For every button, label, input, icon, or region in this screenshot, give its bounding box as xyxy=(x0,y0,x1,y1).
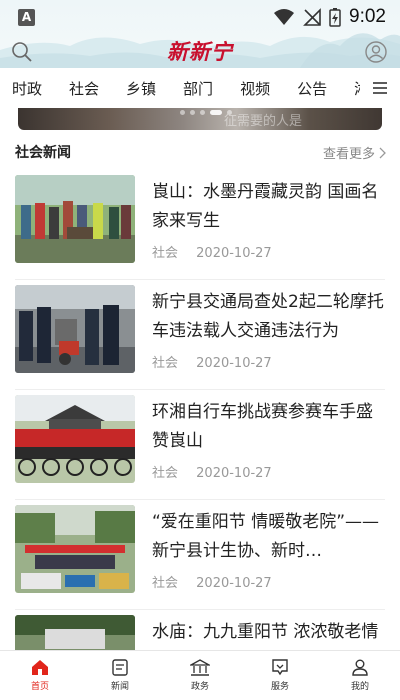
news-date: 2020-10-27 xyxy=(196,356,272,371)
brand-logo: 新新宁 xyxy=(167,39,233,64)
menu-icon xyxy=(373,82,387,94)
nav-news[interactable]: 新闻 xyxy=(80,651,160,700)
carousel-dot xyxy=(190,110,195,115)
profile-icon xyxy=(352,659,368,676)
tab-shipin[interactable]: 视频 xyxy=(228,78,270,99)
nav-service[interactable]: 服务 xyxy=(240,651,320,700)
nav-service-label: 服务 xyxy=(270,682,289,692)
news-category: 社会 xyxy=(152,466,179,481)
nav-government-label: 政务 xyxy=(190,682,209,692)
news-date: 2020-10-27 xyxy=(196,246,272,261)
news-title: 新宁县交通局查处2起二轮摩托车违法载人交通违法行为 xyxy=(152,292,384,341)
chevron-right-icon xyxy=(379,147,386,158)
tab-menu-button[interactable] xyxy=(360,68,400,108)
section-header: 社会新闻 查看更多 xyxy=(0,132,400,170)
top-app-bar: 新新宁 xyxy=(0,36,400,68)
news-thumbnail xyxy=(15,505,135,593)
view-more-label: 查看更多 xyxy=(322,147,375,162)
news-meta: 社会 2020-10-27 xyxy=(152,242,272,261)
news-title: “爱在重阳节 情暖敬老院”——新宁县计生协、新时… xyxy=(152,512,380,561)
user-icon xyxy=(365,41,387,63)
battery-charging-icon xyxy=(329,8,341,27)
banner-caption: 征需要的人是 xyxy=(223,114,302,129)
news-title: 崀山：水墨丹霞藏灵韵 国画名家来写生 xyxy=(152,182,379,231)
nav-profile[interactable]: 我的 xyxy=(320,651,400,700)
carousel-dot xyxy=(200,110,205,115)
news-category: 社会 xyxy=(152,576,179,591)
tab-bumen[interactable]: 部门 xyxy=(171,78,213,99)
news-item[interactable]: “爱在重阳节 情暖敬老院”——新宁县计生协、新时… 社会 2020-10-27 xyxy=(15,500,385,610)
news-category: 社会 xyxy=(152,246,179,261)
section-title: 社会新闻 xyxy=(15,145,71,161)
government-icon xyxy=(190,659,210,676)
news-list: 崀山：水墨丹霞藏灵韵 国画名家来写生 社会 2020-10-27 新宁县交通局查… xyxy=(0,170,400,700)
news-meta: 社会 2020-10-27 xyxy=(152,462,272,481)
news-date: 2020-10-27 xyxy=(196,466,272,481)
nav-home-label: 首页 xyxy=(30,682,49,692)
news-meta: 社会 2020-10-27 xyxy=(152,352,272,371)
banner-carousel[interactable]: 征需要的人是 xyxy=(18,108,382,130)
news-category: 社会 xyxy=(152,356,179,371)
notification-app-icon: A xyxy=(18,9,35,26)
bottom-navigation: 首页 新闻 政务 服务 我的 xyxy=(0,650,400,700)
user-button[interactable] xyxy=(364,40,388,64)
news-title: 水庙：九九重阳节 浓浓敬老情 xyxy=(152,622,379,642)
news-thumbnail xyxy=(15,285,135,373)
tab-shehui[interactable]: 社会 xyxy=(57,78,99,99)
category-tabs: 时政 社会 乡镇 部门 视频 公告 湘江 xyxy=(0,68,400,108)
wifi-icon xyxy=(274,9,295,25)
status-bar: A 9:02 xyxy=(0,0,400,36)
news-icon xyxy=(112,659,128,676)
news-thumbnail xyxy=(15,395,135,483)
news-date: 2020-10-27 xyxy=(196,576,272,591)
news-meta: 社会 2020-10-27 xyxy=(152,572,272,591)
news-thumbnail xyxy=(15,175,135,263)
news-item[interactable]: 新宁县交通局查处2起二轮摩托车违法载人交通违法行为 社会 2020-10-27 xyxy=(15,280,385,390)
view-more-link[interactable]: 查看更多 xyxy=(323,143,386,162)
service-icon xyxy=(272,659,288,676)
news-title: 环湘自行车挑战赛参赛车手盛赞崀山 xyxy=(152,402,373,451)
carousel-dot-active xyxy=(210,110,222,115)
home-icon xyxy=(32,660,48,675)
nav-profile-label: 我的 xyxy=(350,682,369,692)
no-signal-icon xyxy=(303,8,321,26)
status-time: 9:02 xyxy=(349,6,386,27)
carousel-dot xyxy=(180,110,185,115)
status-icons: 9:02 xyxy=(273,6,386,28)
nav-government[interactable]: 政务 xyxy=(160,651,240,700)
tab-gonggao[interactable]: 公告 xyxy=(285,78,327,99)
tab-xiangzhen[interactable]: 乡镇 xyxy=(114,78,156,99)
nav-home[interactable]: 首页 xyxy=(0,651,80,700)
news-item[interactable]: 崀山：水墨丹霞藏灵韵 国画名家来写生 社会 2020-10-27 xyxy=(15,170,385,280)
tab-shizheng[interactable]: 时政 xyxy=(0,78,42,99)
news-item[interactable]: 环湘自行车挑战赛参赛车手盛赞崀山 社会 2020-10-27 xyxy=(15,390,385,500)
nav-news-label: 新闻 xyxy=(110,682,129,692)
app-header-area: A 9:02 新新宁 xyxy=(0,0,400,68)
